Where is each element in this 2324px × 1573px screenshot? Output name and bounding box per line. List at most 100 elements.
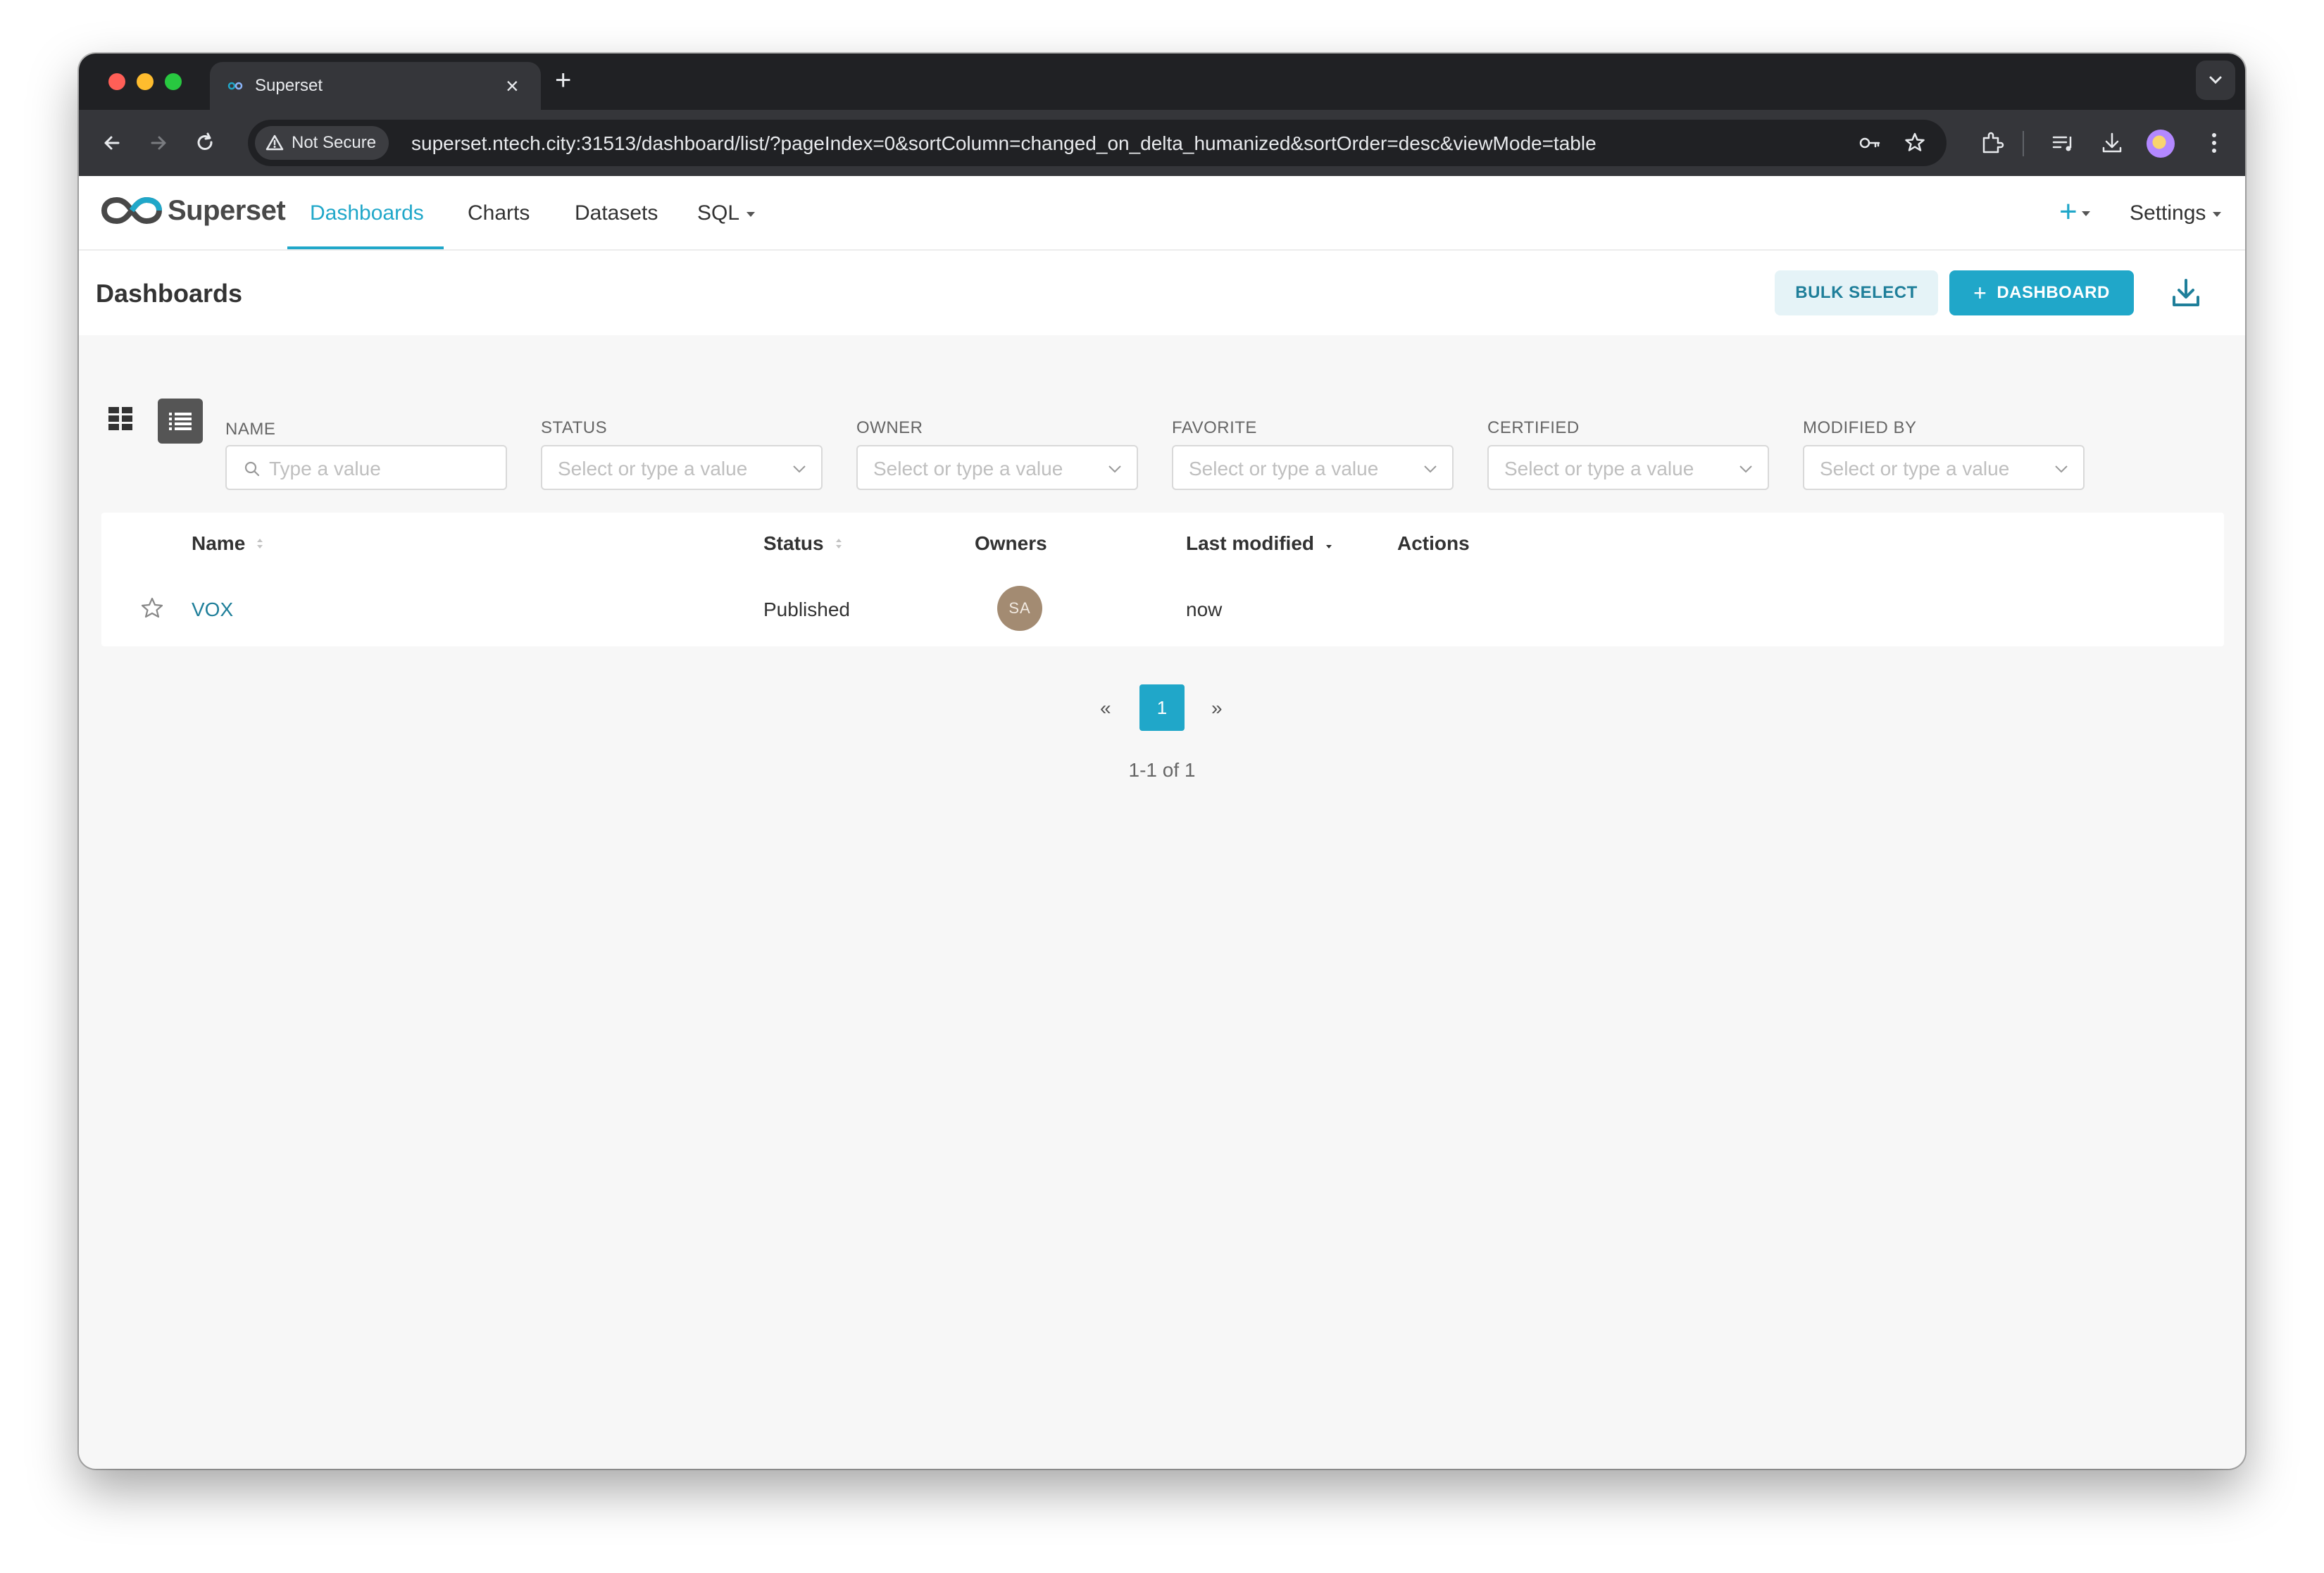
owner-avatar[interactable]: SA <box>997 586 1042 631</box>
maximize-window-button[interactable] <box>165 73 182 90</box>
superset-logo-icon <box>101 196 162 225</box>
sort-icon <box>257 539 263 549</box>
profile-avatar[interactable] <box>2147 130 2175 158</box>
column-header-status-label: Status <box>763 532 824 554</box>
dashboard-last-modified: now <box>1186 599 1223 620</box>
chevron-down-icon <box>1739 465 1752 473</box>
favorite-select[interactable]: Select or type a value <box>1172 445 1454 490</box>
prev-page-button[interactable]: « <box>1100 697 1111 720</box>
close-window-button[interactable] <box>108 73 125 90</box>
browser-toolbar: Not Secure superset.ntech.city:31513/das… <box>79 110 2245 176</box>
address-bar[interactable]: Not Secure superset.ntech.city:31513/das… <box>248 120 1947 166</box>
settings-menu[interactable]: Settings <box>2130 201 2222 225</box>
dashboards-table: Name Status Owners Last modified Actions <box>101 513 2224 646</box>
certified-select-placeholder: Select or type a value <box>1504 458 1694 480</box>
minimize-window-button[interactable] <box>137 73 154 90</box>
app-navbar: Superset Dashboards Charts Datasets SQL … <box>79 176 2245 251</box>
chevron-down-icon <box>1108 465 1121 473</box>
nav-datasets[interactable]: Datasets <box>575 201 658 225</box>
active-nav-underline <box>287 246 444 249</box>
chevron-down-icon <box>2209 76 2222 84</box>
back-icon[interactable] <box>96 127 128 159</box>
modified-by-select[interactable]: Select or type a value <box>1803 445 2085 490</box>
download-icon[interactable] <box>2097 128 2127 158</box>
column-header-actions: Actions <box>1397 532 1470 555</box>
menu-icon[interactable] <box>2207 128 2221 158</box>
new-item-menu[interactable]: + <box>2059 194 2090 230</box>
nav-sql-label: SQL <box>697 201 740 225</box>
column-header-owners: Owners <box>975 532 1047 555</box>
status-select-placeholder: Select or type a value <box>558 458 748 480</box>
security-label: Not Secure <box>292 133 377 152</box>
browser-tab[interactable]: Superset × <box>210 62 541 110</box>
extensions-icon[interactable] <box>1978 128 2007 158</box>
favorite-select-placeholder: Select or type a value <box>1189 458 1379 480</box>
status-select[interactable]: Select or type a value <box>541 445 823 490</box>
column-header-last-modified-label: Last modified <box>1186 532 1315 554</box>
filter-label-favorite: FAVORITE <box>1172 418 1257 437</box>
chevron-down-icon <box>2055 465 2068 473</box>
import-download-icon[interactable] <box>2168 275 2204 311</box>
superset-logo[interactable]: Superset <box>101 194 286 227</box>
settings-label: Settings <box>2130 201 2206 225</box>
caret-down-icon <box>2081 211 2090 216</box>
pagination: « 1 » <box>79 684 2245 734</box>
sort-icon <box>835 539 842 549</box>
column-header-name[interactable]: Name <box>192 532 265 555</box>
tab-title: Superset <box>255 76 323 95</box>
filter-bar: NAME Type a value STATUS Select or type … <box>79 335 2245 511</box>
bookmark-star-icon[interactable] <box>1903 131 1927 155</box>
superset-favicon-icon <box>227 82 243 90</box>
list-view-button[interactable] <box>158 399 203 444</box>
media-icon[interactable] <box>2048 128 2078 158</box>
filter-label-certified: CERTIFIED <box>1487 418 1580 437</box>
dashboard-name-link[interactable]: VOX <box>192 599 233 621</box>
chevron-down-icon <box>1424 465 1437 473</box>
tab-search-button[interactable] <box>2196 61 2235 100</box>
filter-label-modified-by: MODIFIED BY <box>1803 418 1917 437</box>
name-search-placeholder: Type a value <box>269 458 381 480</box>
reload-icon[interactable] <box>189 127 221 159</box>
sort-desc-icon <box>1326 545 1332 549</box>
page-title: Dashboards <box>96 279 243 308</box>
security-chip[interactable]: Not Secure <box>255 126 389 160</box>
url-text[interactable]: superset.ntech.city:31513/dashboard/list… <box>411 132 1597 155</box>
nav-sql[interactable]: SQL <box>697 201 756 225</box>
column-header-actions-label: Actions <box>1397 532 1470 554</box>
column-header-last-modified[interactable]: Last modified <box>1186 532 1334 555</box>
toolbar-separator <box>2023 131 2024 156</box>
forward-icon[interactable] <box>142 127 175 159</box>
list-view-icon <box>169 413 192 430</box>
browser-window: Superset × + Not Secure superset.ntech.c… <box>79 54 2245 1469</box>
page-1-button[interactable]: 1 <box>1139 684 1185 731</box>
search-icon <box>244 461 260 477</box>
new-tab-button[interactable]: + <box>555 65 571 96</box>
plus-icon: + <box>2059 194 2078 229</box>
certified-select[interactable]: Select or type a value <box>1487 445 1769 490</box>
add-dashboard-label: DASHBOARD <box>1997 283 2110 302</box>
next-page-button[interactable]: » <box>1211 697 1223 720</box>
filter-label-name: NAME <box>225 420 276 439</box>
bulk-select-button[interactable]: BULK SELECT <box>1775 270 1938 315</box>
nav-dashboards[interactable]: Dashboards <box>310 201 424 225</box>
caret-down-icon <box>2213 211 2222 217</box>
column-header-owners-label: Owners <box>975 532 1047 554</box>
filter-label-owner: OWNER <box>856 418 923 437</box>
nav-charts[interactable]: Charts <box>468 201 530 225</box>
star-icon[interactable] <box>139 596 165 621</box>
key-icon[interactable] <box>1858 131 1882 155</box>
caret-down-icon <box>746 211 756 217</box>
logo-text: Superset <box>168 194 286 226</box>
column-header-status[interactable]: Status <box>763 532 844 555</box>
add-dashboard-button[interactable]: + DASHBOARD <box>1949 270 2134 315</box>
warning-icon <box>265 134 284 151</box>
name-search-input[interactable]: Type a value <box>225 445 507 490</box>
pagination-summary: 1-1 of 1 <box>1128 759 1196 781</box>
tab-bar: Superset × + <box>79 54 2245 110</box>
owner-select[interactable]: Select or type a value <box>856 445 1138 490</box>
grid-view-icon[interactable] <box>107 404 135 432</box>
chevron-down-icon <box>793 465 806 473</box>
plus-icon: + <box>1973 280 1987 306</box>
filter-label-status: STATUS <box>541 418 608 437</box>
close-tab-icon[interactable]: × <box>506 72 519 100</box>
